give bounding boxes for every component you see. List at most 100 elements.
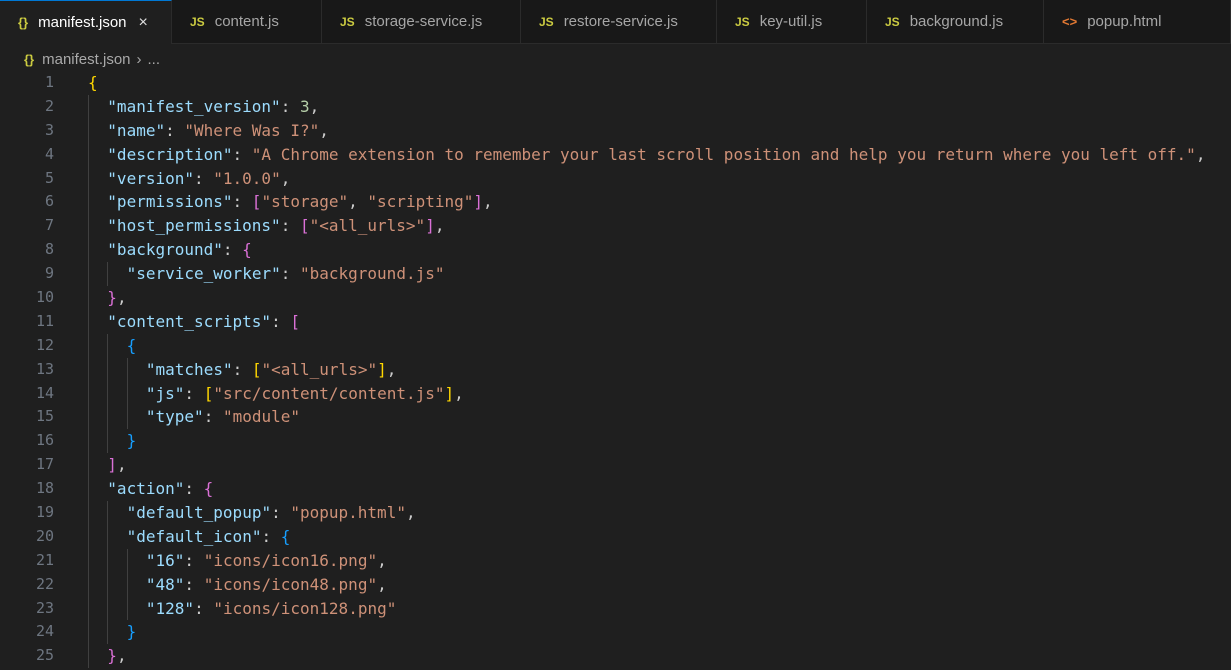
line-number: 10 bbox=[35, 288, 54, 307]
code-token: : bbox=[280, 96, 300, 116]
breadcrumb: {} manifest.json › ... bbox=[0, 44, 1231, 74]
code-token: : bbox=[232, 144, 252, 164]
code-text: "16": "icons/icon16.png", bbox=[146, 549, 387, 573]
code-token: , bbox=[116, 646, 127, 666]
code-text: "48": "icons/icon48.png", bbox=[146, 573, 387, 597]
indent-guide bbox=[107, 524, 109, 549]
line-number: 21 bbox=[35, 550, 54, 569]
code-line: 6 "permissions": ["storage", "scripting"]… bbox=[0, 190, 1231, 215]
code-token: , bbox=[434, 216, 445, 236]
indent-guide bbox=[107, 357, 109, 382]
code-token: } bbox=[107, 646, 117, 666]
tab-label: popup.html bbox=[1087, 13, 1162, 30]
line-number: 18 bbox=[35, 479, 54, 498]
code-token: : bbox=[184, 550, 204, 570]
code-token: "A Chrome extension to remember your las… bbox=[251, 144, 1196, 164]
line-number: 11 bbox=[35, 311, 54, 330]
indent-guide bbox=[88, 166, 89, 191]
code-line: 18 "action": { bbox=[0, 477, 1231, 502]
code-token: { bbox=[88, 73, 98, 92]
code-token: "background" bbox=[107, 240, 223, 260]
line-number: 12 bbox=[35, 335, 54, 354]
code-token: "1.0.0" bbox=[213, 168, 281, 188]
tab-restore-service-js[interactable]: JS restore-service.js bbox=[521, 0, 717, 43]
indent-guide bbox=[88, 357, 89, 382]
line-number: 19 bbox=[35, 503, 54, 522]
code-text: "manifest_version": 3, bbox=[107, 95, 319, 119]
tab-key-util-js[interactable]: JS key-util.js bbox=[717, 0, 867, 43]
tab-manifest-json[interactable]: {} manifest.json × bbox=[0, 0, 172, 44]
code-token: } bbox=[126, 431, 137, 451]
close-icon[interactable]: × bbox=[139, 14, 148, 32]
indent-guide bbox=[88, 262, 89, 287]
code-token: : bbox=[222, 240, 243, 260]
indent-guide bbox=[88, 309, 89, 334]
tab-storage-service-js[interactable]: JS storage-service.js bbox=[322, 0, 521, 43]
code-text: }, bbox=[107, 286, 126, 310]
indent-guide bbox=[88, 381, 89, 406]
tab-popup-html[interactable]: <> popup.html bbox=[1044, 0, 1231, 43]
indent-guide bbox=[126, 572, 128, 597]
breadcrumb-more[interactable]: ... bbox=[148, 51, 161, 68]
code-text: "js": ["src/content/content.js"], bbox=[146, 382, 464, 406]
indent-guide bbox=[88, 286, 89, 310]
indent-guide bbox=[88, 501, 89, 525]
indent-guide bbox=[107, 333, 109, 358]
breadcrumb-file[interactable]: manifest.json bbox=[42, 51, 130, 68]
tab-label: restore-service.js bbox=[563, 13, 678, 30]
code-line: 17], bbox=[0, 453, 1231, 478]
line-number: 16 bbox=[35, 431, 54, 450]
code-line: 22 "48": "icons/icon48.png", bbox=[0, 572, 1231, 597]
code-token: { bbox=[280, 526, 291, 546]
tab-content-js[interactable]: JS content.js bbox=[172, 0, 322, 43]
code-token: : bbox=[184, 383, 204, 403]
line-number: 25 bbox=[35, 646, 54, 665]
indent-guide bbox=[107, 405, 109, 430]
code-text: "content_scripts": [ bbox=[107, 310, 300, 334]
indent-guide bbox=[107, 262, 109, 287]
code-token: "service_worker" bbox=[126, 264, 281, 284]
code-token: , bbox=[319, 120, 329, 140]
code-line: 10}, bbox=[0, 286, 1231, 310]
code-token: "storage" bbox=[261, 192, 349, 212]
indent-guide bbox=[88, 620, 89, 645]
code-token: "<all_urls>" bbox=[309, 216, 426, 236]
code-text: "action": { bbox=[107, 477, 213, 501]
code-text: "default_icon": { bbox=[127, 525, 291, 549]
code-text: }, bbox=[107, 644, 126, 668]
tab-background-js[interactable]: JS background.js bbox=[867, 0, 1044, 43]
code-token: "default_icon" bbox=[126, 526, 262, 546]
indent-guide bbox=[88, 644, 89, 669]
code-text: { bbox=[88, 71, 98, 95]
code-token: ] bbox=[473, 192, 484, 212]
code-line: 7 "host_permissions": ["<all_urls>"], bbox=[0, 214, 1231, 239]
code-token: , bbox=[116, 455, 127, 475]
code-line: 13 "matches": ["<all_urls>"], bbox=[0, 357, 1231, 382]
code-token: , bbox=[309, 96, 320, 116]
code-token: [ bbox=[290, 311, 300, 331]
json-file-icon: {} bbox=[18, 15, 29, 30]
code-token: "icons/icon128.png" bbox=[213, 598, 397, 618]
code-token: : bbox=[271, 311, 291, 331]
indent-guide bbox=[88, 118, 89, 143]
chevron-right-icon: › bbox=[136, 50, 142, 68]
indent-guide bbox=[126, 357, 128, 382]
code-token: : bbox=[184, 479, 204, 499]
code-token: [ bbox=[203, 383, 214, 403]
code-token: "matches" bbox=[145, 359, 233, 379]
indent-guide bbox=[88, 238, 89, 263]
code-token: : bbox=[280, 216, 300, 236]
code-text: "matches": ["<all_urls>"], bbox=[146, 358, 396, 382]
line-number: 7 bbox=[44, 216, 54, 235]
code-token: ] bbox=[107, 455, 117, 475]
code-token: "description" bbox=[107, 144, 233, 164]
indent-guide bbox=[107, 620, 109, 645]
html-file-icon: <> bbox=[1062, 14, 1078, 29]
code-editor[interactable]: 1{2 "manifest_version": 3, 3 "name": "Where… bbox=[0, 71, 1231, 670]
code-token: ] bbox=[444, 383, 455, 403]
code-token: { bbox=[242, 240, 252, 260]
code-token: , bbox=[454, 383, 464, 403]
code-text: "service_worker": "background.js" bbox=[127, 262, 445, 286]
code-line: 8 "background": { bbox=[0, 238, 1231, 263]
code-line: 3 "name": "Where Was I?", bbox=[0, 118, 1231, 143]
